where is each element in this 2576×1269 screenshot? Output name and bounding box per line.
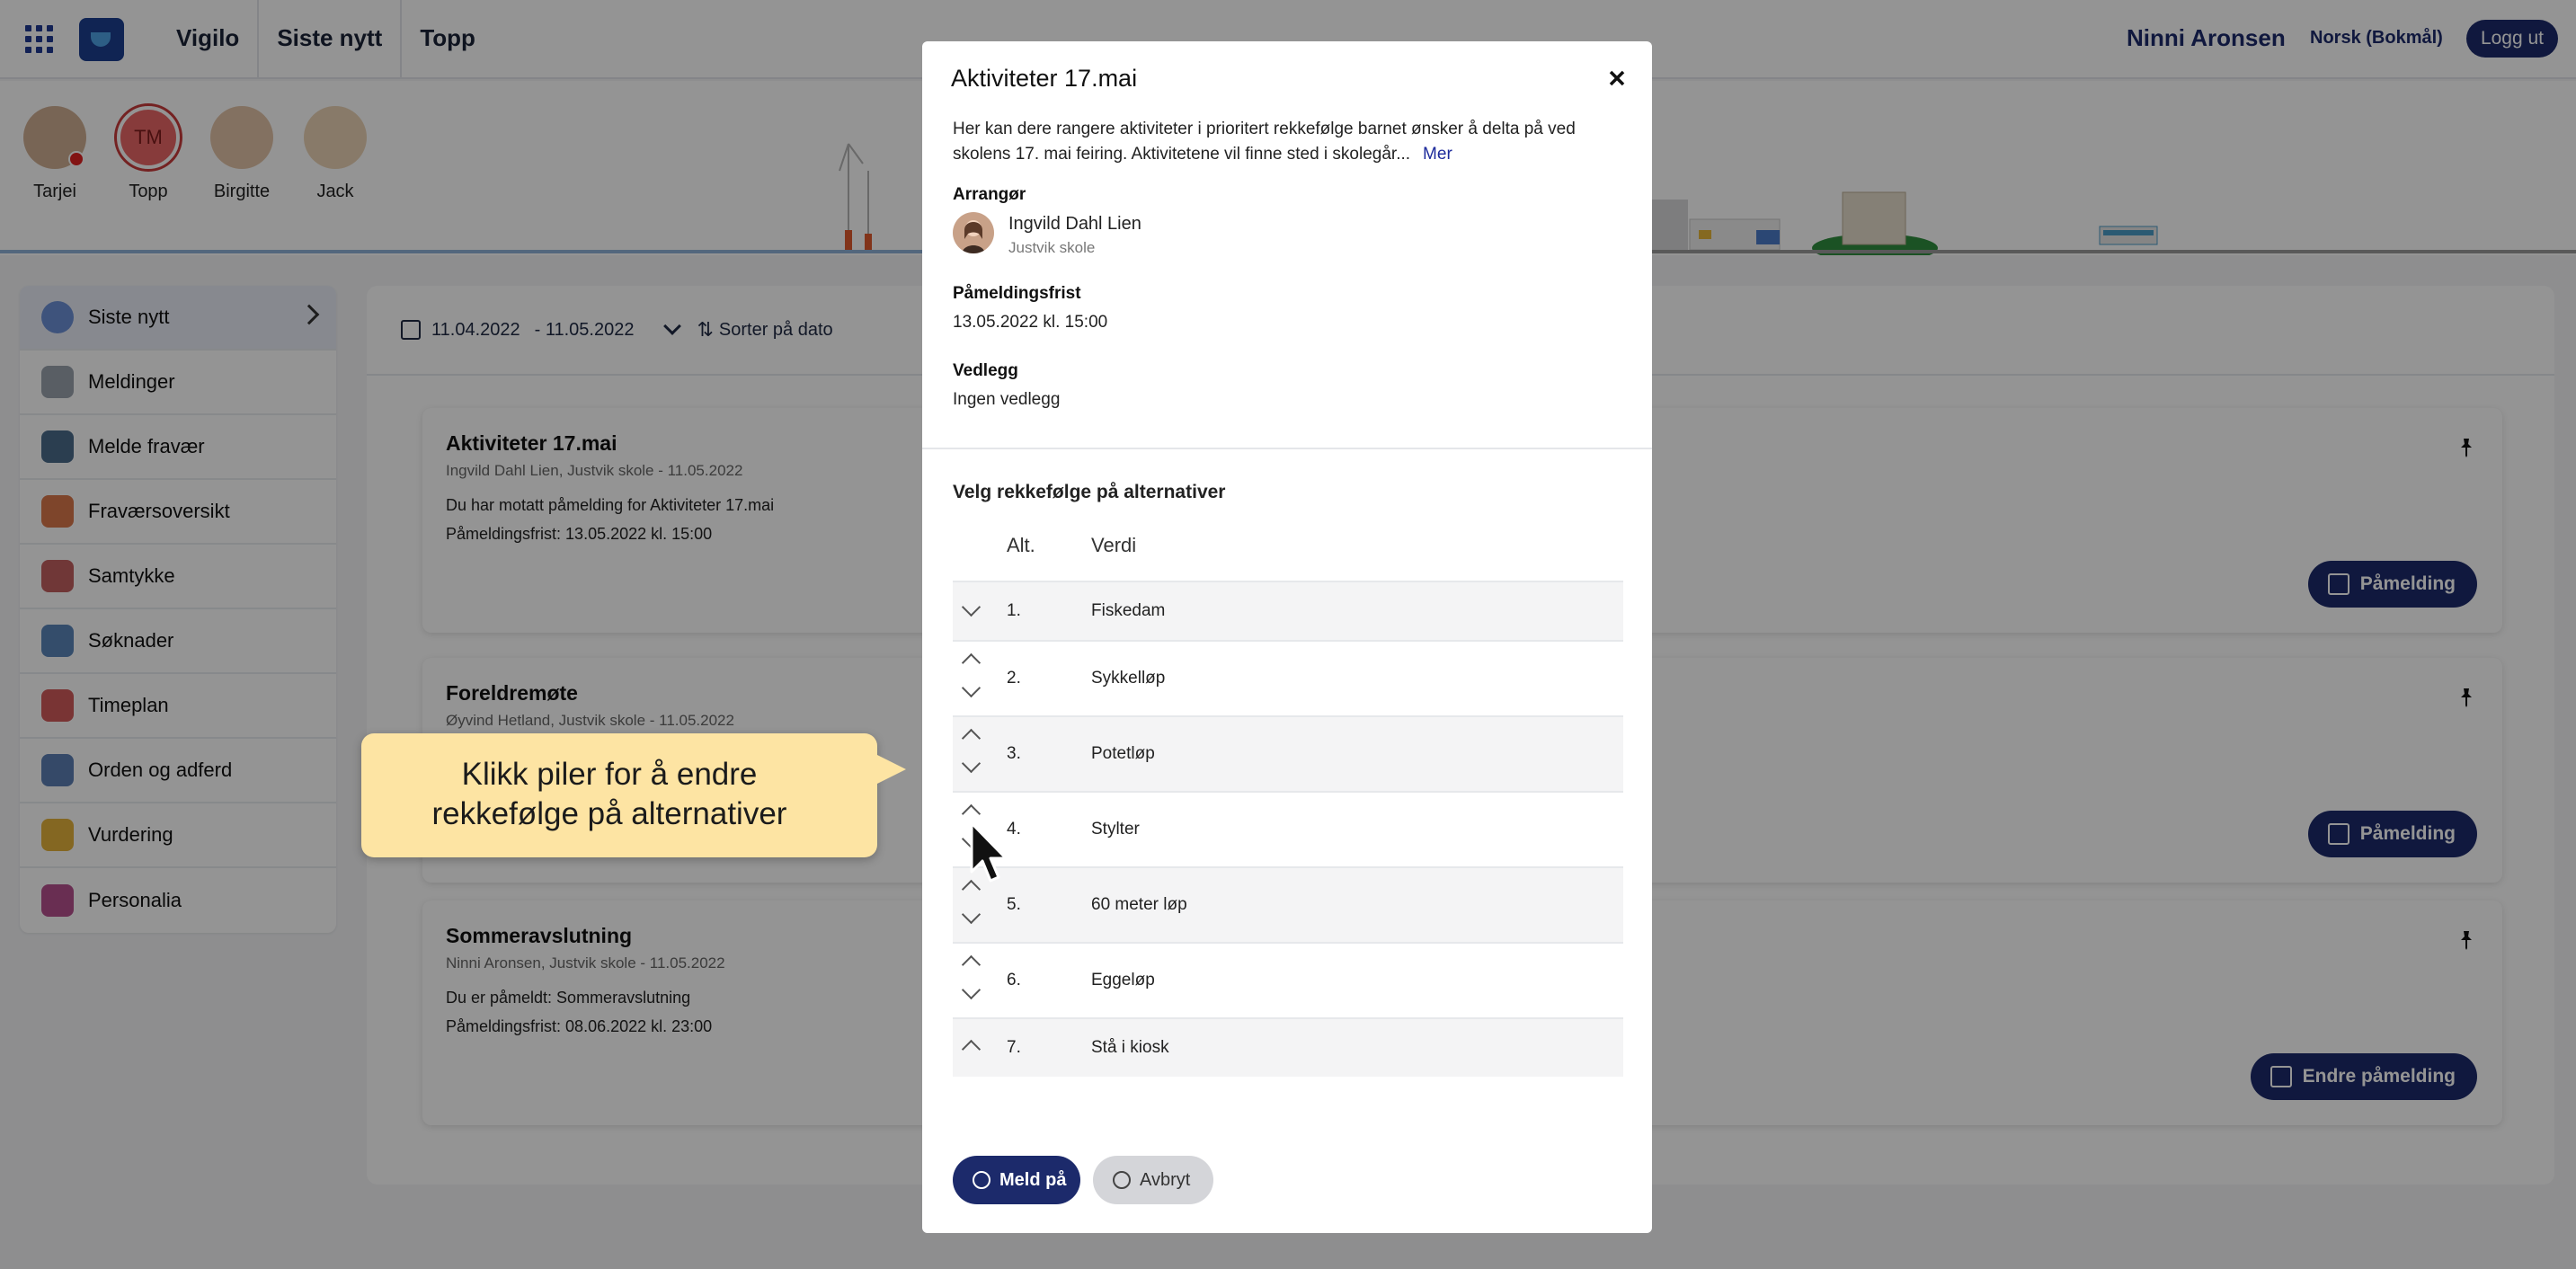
option-number: 2. [1007,669,1021,688]
option-label: 60 meter løp [1091,895,1187,914]
callout-pointer [874,753,906,785]
option-label: Eggeløp [1091,971,1155,989]
move-up-arrow-icon[interactable] [962,1037,980,1055]
move-up-arrow-icon[interactable] [962,651,980,669]
move-up-arrow-icon[interactable] [962,953,980,971]
activity-modal: Aktiviteter 17.mai Her kan dere rangere … [922,41,1652,1233]
ranking-row: 2. Sykkelløp [953,640,1623,715]
option-label: Fiskedam [1091,601,1166,620]
modal-description: Her kan dere rangere aktiviteter i prior… [953,117,1609,167]
option-number: 7. [1007,1038,1021,1057]
option-number: 1. [1007,601,1021,620]
move-up-arrow-icon[interactable] [962,726,980,744]
organizer-school: Justvik skole [1008,239,1096,256]
option-label: Stå i kiosk [1091,1038,1169,1057]
tutorial-callout: Klikk piler for å endre rekkefølge på al… [361,733,877,857]
option-number: 6. [1007,971,1021,989]
move-down-arrow-icon[interactable] [962,910,980,927]
move-down-arrow-icon[interactable] [962,759,980,776]
close-icon[interactable] [1603,65,1630,92]
description-text: Her kan dere rangere aktiviteter i prior… [953,120,1576,164]
submit-button[interactable]: Meld på [953,1156,1080,1204]
option-number: 3. [1007,744,1021,763]
mouse-cursor-icon [970,821,1008,883]
ranking-section-title: Velg rekkefølge på alternativer [953,482,1226,502]
attachment-label: Vedlegg [953,361,1018,380]
organizer-name: Ingvild Dahl Lien [1008,214,1141,234]
ranking-table: 1. Fiskedam 2. Sykkelløp 3. Potetløp 4. Stylter… [953,581,1623,1077]
ranking-row: 1. Fiskedam [953,581,1623,640]
deadline-value: 13.05.2022 kl. 15:00 [953,313,1108,332]
move-up-arrow-icon[interactable] [962,802,980,820]
column-header-alt: Alt. [1007,534,1035,556]
option-number: 5. [1007,895,1021,914]
more-link[interactable]: Mer [1423,145,1452,164]
deadline-label: Påmeldingsfrist [953,284,1081,303]
move-down-arrow-icon[interactable] [962,602,980,620]
option-label: Sykkelløp [1091,669,1166,688]
modal-title: Aktiviteter 17.mai [951,65,1138,92]
option-label: Potetløp [1091,744,1155,763]
option-label: Stylter [1091,820,1140,839]
organizer-label: Arrangør [953,185,1026,204]
callout-text: Klikk piler for å endre [461,757,758,792]
ranking-row: 6. Eggeløp [953,942,1623,1017]
attachment-value: Ingen vedlegg [953,390,1061,409]
cancel-button[interactable]: Avbryt [1093,1156,1213,1204]
ranking-row: 5. 60 meter løp [953,866,1623,942]
ranking-row: 4. Stylter [953,791,1623,866]
organizer-avatar [953,212,994,253]
ranking-row: 7. Stå i kiosk [953,1017,1623,1077]
move-down-arrow-icon[interactable] [962,985,980,1003]
ranking-row: 3. Potetløp [953,715,1623,791]
callout-text: rekkefølge på alternativer [431,796,787,831]
column-header-value: Verdi [1091,534,1137,556]
move-down-arrow-icon[interactable] [962,683,980,701]
